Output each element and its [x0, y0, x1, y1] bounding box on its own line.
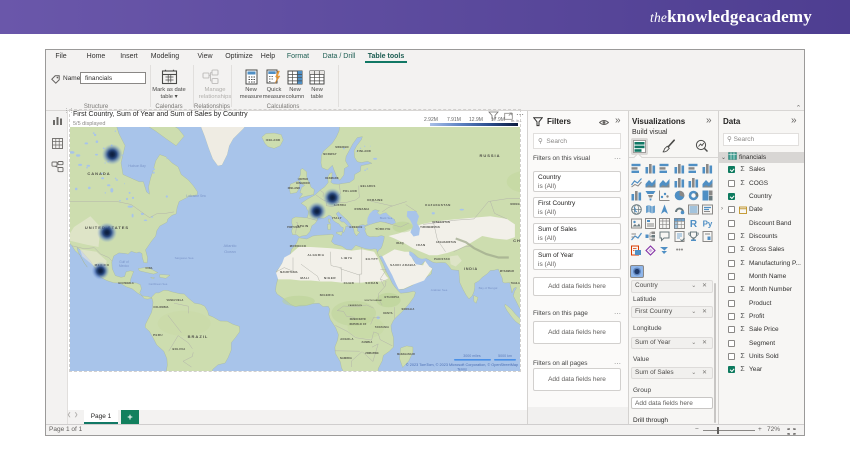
svg-text:NORWAY: NORWAY	[323, 152, 337, 156]
svg-text:Hudson Bay: Hudson Bay	[128, 164, 146, 168]
svg-text:IRAQ: IRAQ	[396, 241, 404, 245]
svg-text:LIBYA: LIBYA	[341, 256, 353, 260]
svg-text:FINLAND: FINLAND	[357, 149, 371, 153]
svg-text:BELARUS: BELARUS	[360, 184, 375, 188]
svg-text:ANGOLA: ANGOLA	[340, 337, 353, 341]
svg-text:Atlantic: Atlantic	[223, 243, 236, 248]
svg-text:AFGHANISTAN: AFGHANISTAN	[436, 241, 456, 244]
svg-text:UNITED: UNITED	[298, 178, 309, 181]
svg-text:INDIA: INDIA	[464, 267, 478, 271]
svg-text:PAKISTAN: PAKISTAN	[434, 257, 450, 261]
svg-text:DEMOCRATIC: DEMOCRATIC	[350, 318, 367, 321]
svg-text:KAZAKHSTAN: KAZAKHSTAN	[425, 203, 451, 207]
svg-text:POLAND: POLAND	[343, 189, 358, 193]
svg-text:ITALY: ITALY	[332, 216, 342, 220]
svg-text:TURKMENISTAN: TURKMENISTAN	[420, 226, 440, 229]
svg-text:•••: •••	[676, 247, 684, 254]
svg-text:CHAD: CHAD	[344, 281, 355, 285]
svg-text:R: R	[690, 219, 698, 229]
svg-text:Arabian Sea: Arabian Sea	[431, 288, 448, 292]
svg-text:NIGER: NIGER	[324, 276, 336, 280]
svg-text:KINGDOM: KINGDOM	[296, 182, 309, 185]
svg-text:Mexico: Mexico	[119, 264, 129, 268]
svg-text:CHINA: CHINA	[513, 238, 520, 243]
svg-text:GUATEMALA: GUATEMALA	[118, 282, 134, 285]
svg-text:MADAGASCAR: MADAGASCAR	[397, 353, 415, 356]
svg-text:ALGERIA: ALGERIA	[308, 253, 325, 257]
svg-text:NAMIBIA: NAMIBIA	[340, 357, 352, 360]
svg-text:Black Sea: Black Sea	[380, 216, 393, 220]
svg-text:Sargasso Sea: Sargasso Sea	[175, 256, 194, 260]
svg-text:CANADA: CANADA	[87, 171, 110, 176]
svg-text:BRAZIL: BRAZIL	[188, 334, 209, 339]
svg-text:ICELAND: ICELAND	[266, 138, 281, 142]
svg-text:CUBA: CUBA	[145, 267, 152, 270]
svg-text:ZAMBIA: ZAMBIA	[362, 341, 373, 344]
svg-text:KENYA: KENYA	[383, 312, 393, 315]
svg-text:ZIMBABWE: ZIMBABWE	[365, 352, 379, 355]
svg-text:ETHIOPIA: ETHIOPIA	[384, 295, 399, 299]
svg-text:IRAN: IRAN	[416, 243, 425, 247]
svg-text:IRELAND: IRELAND	[288, 187, 301, 190]
svg-text:TÜRKIYE: TÜRKIYE	[375, 227, 391, 231]
svg-text:Py: Py	[703, 220, 713, 229]
svg-text:GREECE: GREECE	[349, 225, 362, 229]
svg-text:PORTUGAL: PORTUGAL	[287, 226, 301, 229]
svg-text:BOLIVIA: BOLIVIA	[173, 347, 186, 351]
svg-text:EGYPT: EGYPT	[366, 257, 379, 261]
svg-text:© 2023 TomTom, © 2023 Microsof: © 2023 TomTom, © 2023 Microsoft Corporat…	[406, 363, 518, 367]
svg-text:5000 km: 5000 km	[498, 354, 512, 358]
svg-text:REPUBLIC OF: REPUBLIC OF	[350, 324, 367, 326]
svg-text:COLOMBIA: COLOMBIA	[153, 306, 168, 309]
svg-text:DENMARK: DENMARK	[325, 177, 339, 180]
svg-text:SOMALIA: SOMALIA	[402, 308, 415, 311]
svg-text:3000 miles: 3000 miles	[463, 354, 481, 358]
svg-text:MAURITANIA: MAURITANIA	[280, 271, 298, 274]
svg-text:SWEDEN: SWEDEN	[335, 145, 349, 149]
svg-text:MONGOLIA: MONGOLIA	[510, 202, 520, 206]
svg-text:TANZANIA: TANZANIA	[375, 326, 389, 329]
svg-text:UZBEKISTAN: UZBEKISTAN	[432, 221, 450, 224]
svg-text:SAUDI ARABIA: SAUDI ARABIA	[390, 263, 416, 267]
svg-text:UKRAINE: UKRAINE	[367, 198, 383, 202]
svg-text:Terms: Terms	[457, 368, 467, 372]
svg-text:MOROCCO: MOROCCO	[290, 244, 306, 248]
svg-text:SOUTH SUDAN: SOUTH SUDAN	[364, 299, 381, 302]
svg-text:Labrador Sea: Labrador Sea	[186, 194, 206, 198]
svg-text:MALI: MALI	[300, 276, 309, 280]
svg-text:VENEZUELA: VENEZUELA	[167, 299, 184, 302]
svg-text:SUDAN: SUDAN	[365, 281, 378, 285]
svg-text:CAMEROON: CAMEROON	[348, 304, 362, 307]
svg-text:Bay of Bengal: Bay of Bengal	[479, 286, 498, 290]
svg-text:PERU: PERU	[153, 333, 163, 337]
svg-text:Ocean: Ocean	[224, 249, 236, 254]
svg-text:MYANMAR: MYANMAR	[500, 270, 514, 273]
svg-text:NIGERIA: NIGERIA	[320, 293, 334, 297]
svg-text:ROMANIA: ROMANIA	[355, 207, 370, 211]
svg-text:THAILAND: THAILAND	[511, 282, 520, 285]
svg-text:RUSSIA: RUSSIA	[479, 153, 500, 158]
svg-text:Caribbean Sea: Caribbean Sea	[149, 282, 168, 286]
